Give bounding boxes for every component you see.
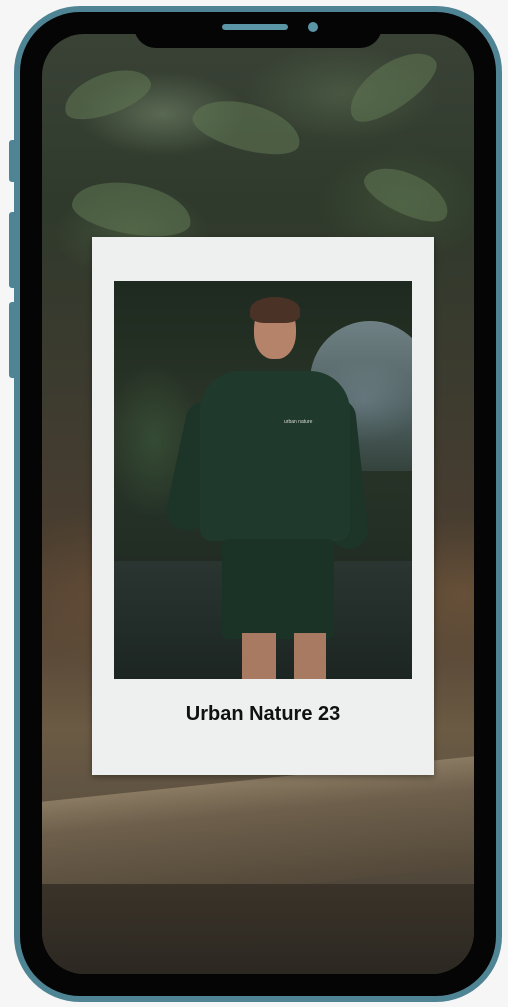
polaroid-card[interactable]: urban nature Urban Nature 23	[92, 237, 434, 775]
hoodie-print-text: urban nature	[284, 419, 313, 425]
speaker-grille	[222, 24, 288, 30]
photo-model-hoodie	[200, 371, 350, 541]
background-leaf	[57, 59, 157, 129]
phone-bezel: urban nature Urban Nature 23	[20, 12, 496, 996]
photo-model-hair	[250, 297, 300, 323]
background-ground	[42, 884, 474, 974]
phone-frame: urban nature Urban Nature 23	[14, 6, 502, 1002]
background-leaf	[68, 173, 196, 245]
screen: urban nature Urban Nature 23	[42, 34, 474, 974]
stage: urban nature Urban Nature 23	[0, 0, 508, 1007]
background-leaf	[338, 39, 446, 133]
photo-model-leg	[294, 633, 326, 679]
background-leaf	[187, 90, 307, 164]
product-photo: urban nature	[114, 281, 412, 679]
background-leaf	[357, 156, 457, 232]
photo-model-shorts	[222, 539, 334, 639]
notch	[134, 12, 382, 48]
front-camera-icon	[308, 22, 318, 32]
photo-model-leg	[242, 633, 276, 679]
card-caption: Urban Nature 23	[185, 703, 341, 725]
